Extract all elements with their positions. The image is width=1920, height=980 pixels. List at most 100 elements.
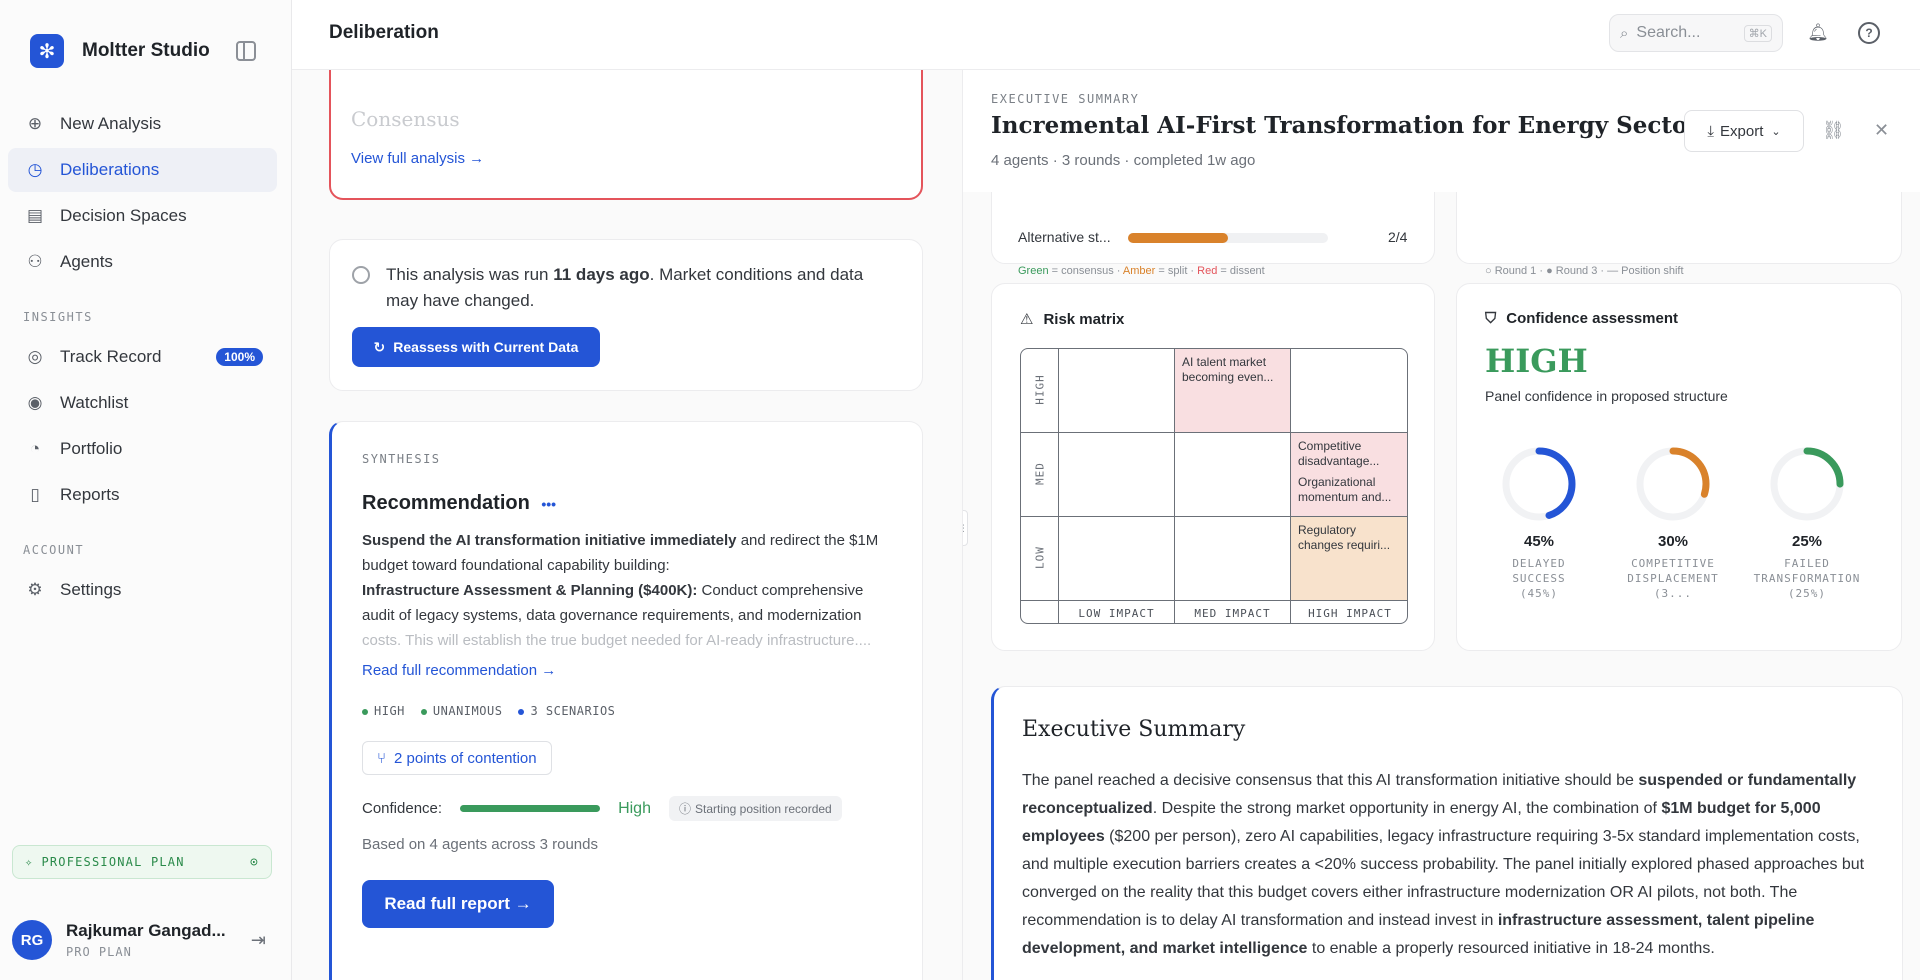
info-icon: ⓘ <box>678 802 691 816</box>
deliberation-feed: Consensus View full analysis → This anal… <box>292 70 962 980</box>
sidebar: ✻ Moltter Studio ⊕ New Analysis ◷ Delibe… <box>0 0 292 980</box>
risk-cell-low-med <box>1175 517 1291 601</box>
search-input[interactable]: ⌕ Search... ⌘K <box>1609 14 1783 52</box>
tag-unanimous: UNANIMOUS <box>420 704 503 718</box>
close-icon[interactable]: ✕ <box>1874 120 1889 141</box>
donut-percent: 25% <box>1791 533 1823 550</box>
nav-label: Deliberations <box>60 160 160 179</box>
reassess-button[interactable]: ↻ Reassess with Current Data <box>352 327 600 367</box>
help-icon[interactable]: ? <box>1858 22 1880 44</box>
confidence-title: ⛉ Confidence assessment <box>1485 310 1678 327</box>
tag-high: HIGH <box>362 704 405 718</box>
nav-item-deliberations[interactable]: ◷ Deliberations <box>8 148 277 192</box>
sparkle-icon: ✧ <box>25 855 34 869</box>
executive-summary-panel: ⋮ EXECUTIVE SUMMARY Incremental AI-First… <box>962 70 1920 980</box>
collapse-sidebar-icon[interactable] <box>236 41 256 61</box>
page-title: Deliberation <box>329 22 439 43</box>
risk-corner-cell <box>1021 601 1059 623</box>
confidence-level: HIGH <box>1485 342 1588 380</box>
nav-label: Watchlist <box>60 393 129 412</box>
plan-label: PROFESSIONAL PLAN <box>41 855 185 869</box>
nav-item-agents[interactable]: ⚇ Agents <box>8 240 277 284</box>
nav-item-settings[interactable]: ⚙ Settings <box>8 568 277 612</box>
reassess-label: Reassess with Current Data <box>393 339 579 355</box>
donut-label: COMPETITIVE DISPLACEMENT (3... <box>1627 557 1719 600</box>
insights-heading: INSIGHTS <box>23 310 93 324</box>
notice-text: This analysis was run 11 days ago. Marke… <box>386 265 864 310</box>
export-label: Export <box>1720 122 1764 140</box>
risk-cell-low-high[interactable]: Regulatory changes requiri... <box>1291 517 1407 601</box>
risk-cell-low-low <box>1059 517 1175 601</box>
nav-label: New Analysis <box>60 114 162 133</box>
nav-item-decision-spaces[interactable]: ▤ Decision Spaces <box>8 194 277 238</box>
search-shortcut: ⌘K <box>1743 24 1772 42</box>
panel-label: EXECUTIVE SUMMARY <box>991 92 1140 106</box>
nav-item-reports[interactable]: ▯ Reports <box>8 473 277 517</box>
account-nav: ⚙ Settings <box>8 568 277 614</box>
document-icon: ▯ <box>30 485 40 504</box>
search-placeholder: Search... <box>1636 24 1701 41</box>
confidence-value: High <box>618 799 651 817</box>
chart-icon: ▤ <box>26 206 44 225</box>
position-row-label: Alternative st... <box>1018 229 1111 245</box>
user-plan: PRO PLAN <box>66 945 132 959</box>
search-icon: ⌕ <box>1620 24 1629 42</box>
executive-summary-title: Executive Summary <box>1022 717 1246 742</box>
export-button[interactable]: ⤓ Export ⌄ <box>1684 110 1804 152</box>
clock-icon <box>352 266 370 284</box>
user-name: Rajkumar Gangad... <box>66 921 226 940</box>
position-row-track <box>1128 233 1328 243</box>
recommendation-tags: HIGH UNANIMOUS 3 SCENARIOS <box>362 704 615 718</box>
user-profile[interactable]: RG Rajkumar Gangad... PRO PLAN ⇥ <box>12 914 280 966</box>
nav-item-portfolio[interactable]: ◔ Portfolio <box>8 427 277 471</box>
risk-x-label-low: LOW IMPACT <box>1059 601 1175 623</box>
nav-label: Portfolio <box>60 439 123 458</box>
users-icon: ⚇ <box>27 252 43 271</box>
donut-label: DELAYED SUCCESS (45%) <box>1512 557 1566 600</box>
more-icon[interactable]: ••• <box>541 496 556 512</box>
gear-icon: ⚙ <box>27 580 43 599</box>
contention-label: 2 points of contention <box>394 749 537 767</box>
risk-cell-high-med[interactable]: AI talent market becoming even... <box>1175 349 1291 433</box>
risk-y-label-low: LOW <box>1033 546 1047 569</box>
risk-y-label-high: HIGH <box>1033 374 1047 405</box>
nav-item-track-record[interactable]: ◎ Track Record 100% <box>8 335 277 379</box>
view-full-analysis-link[interactable]: View full analysis → <box>351 150 484 167</box>
risk-cell-med-med <box>1175 433 1291 517</box>
risk-x-label-med: MED IMPACT <box>1175 601 1291 623</box>
nav-item-new-analysis[interactable]: ⊕ New Analysis <box>8 102 277 146</box>
analysis-card: Consensus View full analysis → <box>329 70 923 200</box>
link-icon[interactable]: ⛓ <box>1822 120 1845 141</box>
nav-label: Settings <box>60 580 122 599</box>
chevron-down-icon: ⌄ <box>1771 125 1781 138</box>
faded-heading: Consensus <box>351 107 460 131</box>
resize-handle[interactable]: ⋮ <box>963 510 968 546</box>
plan-badge[interactable]: ✧ PROFESSIONAL PLAN ⊙ <box>12 845 272 879</box>
brand[interactable]: ✻ Moltter Studio <box>30 34 210 68</box>
risk-cell-high-low <box>1059 349 1175 433</box>
topbar: Deliberation ⌕ Search... ⌘K 🔔︎ ? <box>292 0 1920 70</box>
contention-button[interactable]: ⑂ 2 points of contention <box>362 741 552 775</box>
donut-percent: 45% <box>1523 533 1555 550</box>
confidence-assessment-card: ⛉ Confidence assessment HIGH Panel confid… <box>1456 283 1902 651</box>
shield-icon: ⛉ <box>1485 310 1497 327</box>
risk-cell-med-high[interactable]: Competitive disadvantage... Organization… <box>1291 433 1407 517</box>
risk-x-label-high: HIGH IMPACT <box>1308 607 1392 620</box>
track-record-badge: 100% <box>216 348 263 366</box>
round-legend: ○ Round 1 · ● Round 3 · — Position shift <box>1485 265 1684 277</box>
donut-failed-transformation: 25% FAILED TRANSFORMATION (25%) <box>1752 444 1862 601</box>
avatar: RG <box>12 920 52 960</box>
confidence-row: Confidence: High ⓘ Starting position reco… <box>362 796 842 821</box>
logout-icon[interactable]: ⇥ <box>251 930 266 951</box>
bell-icon[interactable]: 🔔︎ <box>1807 22 1829 44</box>
risk-matrix-card: ⚠ Risk matrix HIGH MED LOW AI talent mark… <box>991 283 1435 651</box>
main-nav: ⊕ New Analysis ◷ Deliberations ▤ Decisio… <box>8 102 277 286</box>
nav-item-watchlist[interactable]: ◉ Watchlist <box>8 381 277 425</box>
panel-meta: 4 agents · 3 rounds · completed 1w ago <box>991 152 1256 169</box>
risk-cell-high-high <box>1291 349 1407 433</box>
app-name: Moltter Studio <box>82 40 210 61</box>
tag-scenarios: 3 SCENARIOS <box>518 704 615 718</box>
read-full-recommendation-link[interactable]: Read full recommendation → <box>362 662 556 679</box>
read-full-report-button[interactable]: Read full report → <box>362 880 554 928</box>
nav-label: Agents <box>60 252 113 271</box>
